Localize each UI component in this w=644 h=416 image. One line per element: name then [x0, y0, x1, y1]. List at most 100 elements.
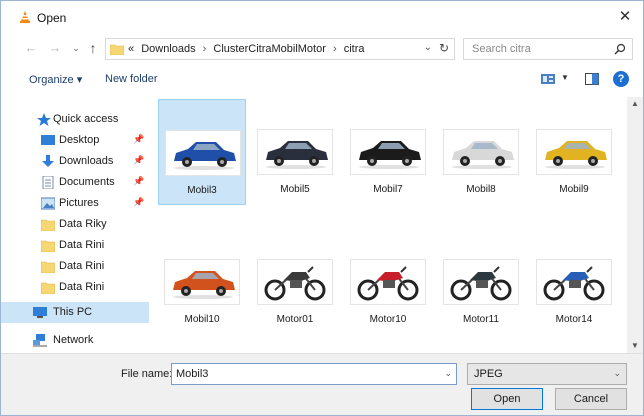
navigation-pane: Quick access Desktop 📌 Downloads 📌 Docum…	[1, 97, 149, 353]
file-item[interactable]: Mobil8	[437, 99, 525, 205]
file-item[interactable]: Mobil5	[251, 99, 339, 205]
organize-button[interactable]: Organize ▾	[29, 73, 82, 86]
file-item[interactable]	[251, 329, 339, 353]
back-button[interactable]: ←	[23, 40, 39, 56]
refresh-button[interactable]: ↻	[439, 41, 449, 55]
change-view-icon[interactable]	[541, 74, 555, 84]
title-bar: Open ✕	[1, 1, 643, 33]
sidebar-item-data-rini[interactable]: Data Rini	[1, 235, 149, 256]
file-type-select[interactable]: JPEG ⌄	[467, 363, 627, 385]
sidebar-item-desktop[interactable]: Desktop 📌	[1, 130, 149, 151]
address-dropdown-button[interactable]: ⌄	[424, 42, 432, 53]
file-item[interactable]: Motor11	[437, 229, 525, 335]
scroll-up-button[interactable]: ▲	[627, 97, 643, 111]
sidebar-item-pictures[interactable]: Pictures 📌	[1, 193, 149, 214]
pin-icon[interactable]: 📌	[133, 134, 144, 145]
window-title: Open	[37, 11, 67, 25]
sidebar-item-label: Data Rini	[59, 281, 105, 293]
sidebar-item-this-pc[interactable]: This PC	[1, 302, 149, 323]
file-name-dropdown[interactable]: ⌄	[444, 368, 452, 379]
documents-icon	[42, 176, 54, 189]
sidebar-item-downloads[interactable]: Downloads 📌	[1, 151, 149, 172]
motorcycle-thumbnail-icon	[536, 259, 612, 305]
file-item[interactable]: Motor14	[530, 229, 618, 335]
car-thumbnail-icon	[443, 129, 519, 175]
new-folder-button[interactable]: New folder	[105, 73, 158, 85]
file-name: Mobil5	[280, 184, 310, 195]
sidebar-item-label: Data Rini	[59, 239, 105, 251]
file-type-dropdown[interactable]: ⌄	[613, 368, 621, 379]
vertical-scrollbar[interactable]: ▲ ▼	[627, 97, 643, 353]
sidebar-item-data-riky[interactable]: Data Riky	[1, 214, 149, 235]
file-item[interactable]: Motor01	[251, 229, 339, 335]
search-icon[interactable]	[614, 43, 626, 55]
file-item[interactable]: Motor10	[344, 229, 432, 335]
navigation-bar: ← → ⌄ ↑ « Downloads › ClusterCitraMobilM…	[1, 35, 643, 63]
forward-button[interactable]: →	[47, 40, 63, 56]
file-item[interactable]: Mobil7	[344, 99, 432, 205]
vlc-cone-icon	[20, 11, 30, 23]
file-item[interactable]: Mobil3	[158, 99, 246, 205]
file-name: Mobil8	[466, 184, 496, 195]
motorcycle-thumbnail-icon	[257, 259, 333, 305]
preview-pane-icon[interactable]	[585, 73, 599, 85]
file-name: Mobil10	[184, 314, 220, 325]
sidebar-item-label: Pictures	[59, 197, 99, 209]
file-name-label: File name:	[121, 368, 173, 380]
breadcrumb: « Downloads › ClusterCitraMobilMotor › c…	[128, 43, 364, 55]
recent-locations-dropdown[interactable]: ⌄	[68, 40, 84, 56]
file-list: Mobil3 Mobil5 Mobil7 Mobil8 Mobil9 Mobil10 Mot…	[153, 97, 627, 353]
sidebar-item-label: This PC	[53, 306, 93, 318]
cancel-button[interactable]: Cancel	[555, 388, 627, 410]
sidebar-item-label: Downloads	[59, 155, 114, 167]
file-name: Motor10	[369, 314, 407, 325]
open-button[interactable]: Open	[471, 388, 543, 410]
address-bar[interactable]: « Downloads › ClusterCitraMobilMotor › c…	[105, 38, 455, 60]
search-input[interactable]: Search citra	[463, 38, 633, 60]
sidebar-item-label: Quick access	[53, 113, 119, 125]
sidebar-item-quick-access[interactable]: Quick access	[1, 109, 149, 130]
pictures-icon	[41, 197, 55, 210]
star-icon	[37, 113, 51, 126]
file-name: Motor01	[276, 314, 314, 325]
motorcycle-thumbnail-icon	[350, 259, 426, 305]
file-type-value: JPEG	[474, 368, 503, 380]
sidebar-item-documents[interactable]: Documents 📌	[1, 172, 149, 193]
breadcrumb-item-clustercitramobilmotor[interactable]: ClusterCitraMobilMotor	[213, 43, 325, 55]
close-button[interactable]: ✕	[613, 6, 637, 28]
view-options-dropdown[interactable]: ▼	[561, 73, 569, 82]
folder-icon	[110, 44, 124, 55]
sidebar-item-data-rini[interactable]: Data Rini	[1, 256, 149, 277]
sidebar-item-label: Data Rini	[59, 260, 105, 272]
sidebar-item-label: Data Riky	[59, 218, 107, 230]
up-button[interactable]: ↑	[85, 40, 101, 56]
car-thumbnail-icon	[257, 129, 333, 175]
breadcrumb-item-citra[interactable]: citra	[344, 43, 365, 55]
file-name: Mobil9	[559, 184, 589, 195]
file-name: Motor14	[555, 314, 593, 325]
file-item[interactable]: Mobil10	[158, 229, 246, 335]
scroll-down-button[interactable]: ▼	[627, 339, 643, 353]
breadcrumb-separator[interactable]: ›	[199, 43, 211, 55]
file-item[interactable]	[158, 329, 246, 353]
address-prefix[interactable]: «	[128, 43, 134, 55]
file-name-input[interactable]: Mobil3 ⌄	[171, 363, 457, 385]
car-thumbnail-icon	[165, 130, 241, 176]
folder-icon	[41, 219, 55, 231]
sidebar-item-network[interactable]: Network	[1, 330, 149, 351]
file-item[interactable]: Mobil9	[530, 99, 618, 205]
file-name-value: Mobil3	[176, 368, 209, 380]
breadcrumb-separator[interactable]: ›	[329, 43, 341, 55]
command-bar: Organize ▾ New folder ▼ ?	[1, 65, 643, 95]
sidebar-item-label: Desktop	[59, 134, 100, 146]
sidebar-item-data-rini[interactable]: Data Rini	[1, 277, 149, 298]
help-icon[interactable]: ?	[613, 71, 629, 87]
breadcrumb-item-downloads[interactable]: Downloads	[137, 43, 195, 55]
folder-icon	[41, 261, 55, 273]
computer-icon	[33, 307, 47, 318]
pin-icon[interactable]: 📌	[133, 155, 144, 166]
pin-icon[interactable]: 📌	[133, 197, 144, 208]
folder-icon	[41, 282, 55, 294]
sidebar-item-label: Network	[53, 334, 94, 346]
pin-icon[interactable]: 📌	[133, 176, 144, 187]
